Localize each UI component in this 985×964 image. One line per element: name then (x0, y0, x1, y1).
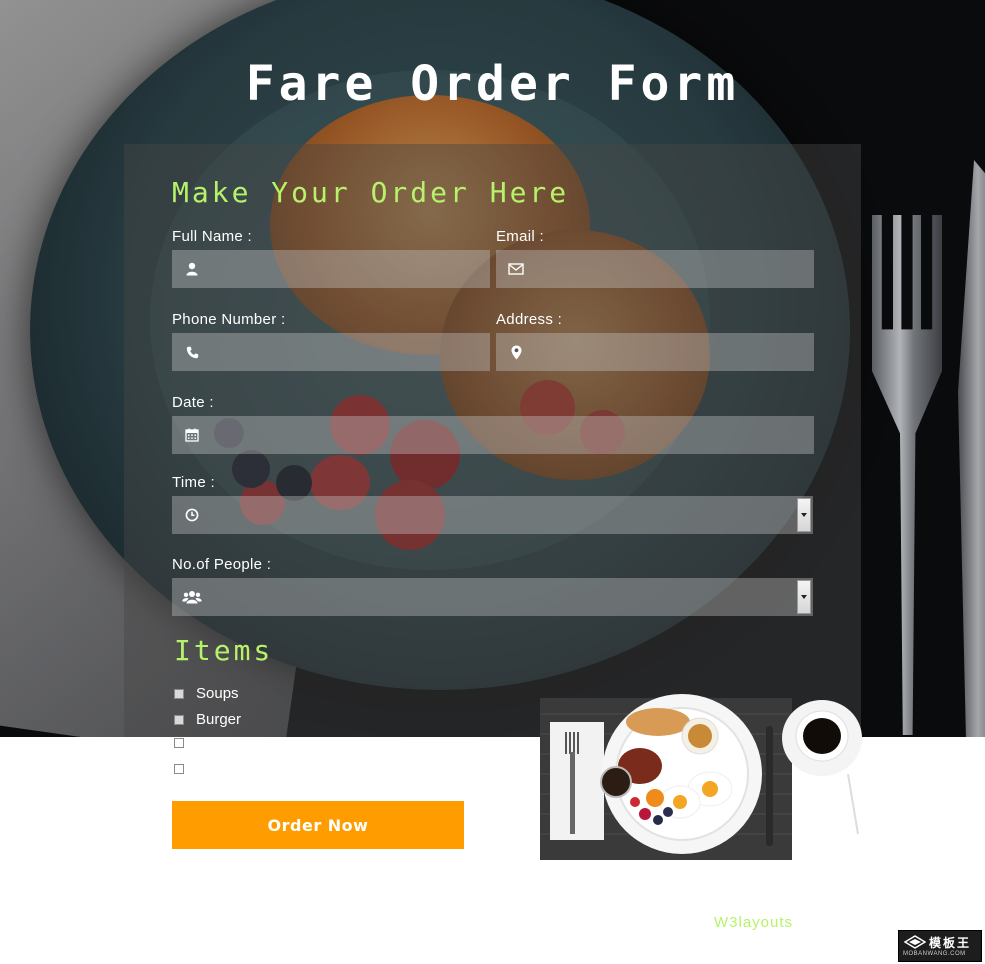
breakfast-plate-image (540, 694, 862, 860)
item-checkbox-3[interactable] (174, 738, 196, 748)
envelope-icon (506, 250, 526, 288)
map-marker-icon (506, 333, 526, 371)
address-label: Address : (496, 311, 563, 328)
phone-icon (182, 333, 202, 371)
checkbox[interactable] (174, 714, 184, 725)
item-checkbox-soups[interactable]: Soups (174, 685, 239, 702)
item-checkbox-4[interactable] (174, 764, 196, 774)
date-input[interactable] (208, 416, 806, 454)
watermark-logo-icon (904, 935, 926, 949)
checkbox[interactable] (174, 688, 184, 699)
date-field[interactable] (172, 416, 814, 454)
clock-icon (182, 496, 202, 534)
site-watermark: 模板王 MOBANWANG.COM (898, 930, 982, 962)
full-name-input[interactable] (208, 250, 482, 288)
time-label: Time : (172, 474, 215, 491)
address-input[interactable] (532, 333, 806, 371)
email-input[interactable] (532, 250, 806, 288)
email-label: Email : (496, 228, 544, 245)
checkbox[interactable] (174, 764, 184, 774)
item-label: Soups (196, 685, 239, 702)
items-heading: Items (174, 634, 274, 667)
order-now-button[interactable]: Order Now (172, 801, 464, 849)
w3layouts-credit[interactable]: W3layouts (714, 914, 793, 931)
users-icon (182, 578, 202, 616)
full-name-field[interactable] (172, 250, 490, 288)
calendar-icon (182, 416, 202, 454)
time-dropdown-arrow-icon[interactable] (797, 498, 811, 532)
phone-label: Phone Number : (172, 311, 286, 328)
people-select[interactable] (172, 578, 813, 616)
form-heading: Make Your Order Here (172, 176, 570, 209)
item-checkbox-burger[interactable]: Burger (174, 711, 241, 728)
time-select[interactable] (172, 496, 813, 534)
date-label: Date : (172, 394, 214, 411)
phone-input[interactable] (208, 333, 482, 371)
watermark-title: 模板王 (929, 936, 972, 950)
phone-field[interactable] (172, 333, 490, 371)
checkbox[interactable] (174, 738, 184, 748)
full-name-label: Full Name : (172, 228, 252, 245)
address-field[interactable] (496, 333, 814, 371)
page-title: Fare Order Form (245, 56, 740, 112)
item-label: Burger (196, 711, 242, 728)
watermark-url: MOBANWANG.COM (903, 951, 966, 957)
people-label: No.of People : (172, 556, 272, 573)
people-dropdown-arrow-icon[interactable] (797, 580, 811, 614)
email-field[interactable] (496, 250, 814, 288)
user-icon (182, 250, 202, 288)
